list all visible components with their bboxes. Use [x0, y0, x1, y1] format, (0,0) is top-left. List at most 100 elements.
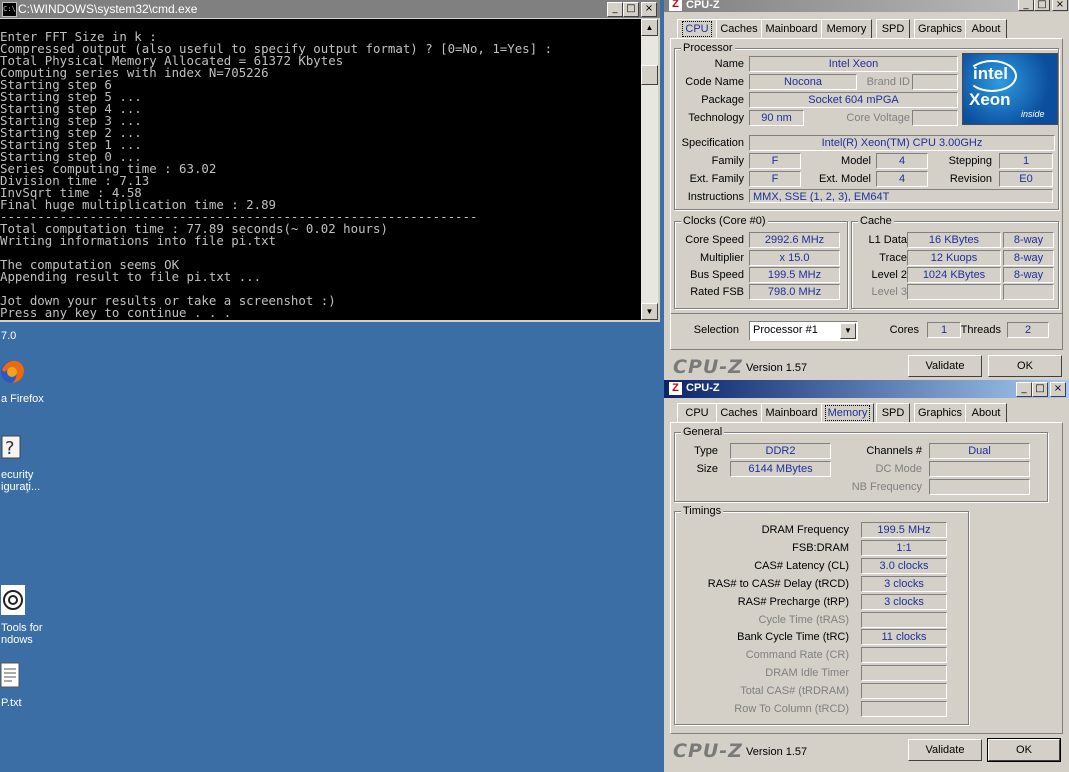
tab-label: Memory: [824, 405, 871, 421]
revision-value: E0: [999, 171, 1053, 187]
minimize-button[interactable]: _: [1016, 382, 1032, 397]
maximize-button[interactable]: □: [623, 2, 639, 17]
minimize-button[interactable]: _: [607, 2, 623, 17]
timing-label: FSB:DRAM: [792, 541, 849, 554]
validate-button[interactable]: Validate: [908, 355, 982, 377]
busspeed-value: 199.5 MHz: [749, 267, 840, 283]
brandid-value: [912, 74, 958, 90]
cpuz-window-memory: Z CPU-Z _ □ × CPU Caches Mainboard Memor…: [664, 380, 1069, 772]
console-line: Press any key to continue . . .: [0, 305, 232, 320]
tab-caches[interactable]: Caches: [716, 403, 762, 423]
tab-mainboard[interactable]: Mainboard: [761, 403, 822, 423]
tab-label: Mainboard: [765, 407, 818, 419]
codename-label: Code Name: [685, 76, 744, 88]
trace-way: 8-way: [1003, 250, 1054, 266]
close-button[interactable]: ×: [1050, 382, 1066, 397]
chevron-down-icon[interactable]: ▼: [840, 323, 856, 339]
nbfreq-value: [929, 479, 1030, 495]
tab-memory[interactable]: Memory: [821, 403, 874, 423]
tab-mainboard[interactable]: Mainboard: [761, 19, 822, 39]
processor-select[interactable]: Processor #1 ▼: [749, 321, 858, 341]
scroll-up-icon[interactable]: ▲: [641, 19, 658, 36]
divider: [671, 313, 1062, 314]
timing-value: [861, 611, 947, 628]
extmodel-value: 4: [876, 171, 928, 187]
timing-value: 1:1: [861, 539, 947, 556]
cmd-scrollbar[interactable]: ▲ ▼: [641, 19, 658, 320]
nbfreq-label: NB Frequency: [851, 481, 922, 493]
instructions-value: MMX, SSE (1, 2, 3), EM64T: [749, 189, 1053, 203]
tab-about[interactable]: About: [965, 19, 1007, 39]
firefox-icon[interactable]: [0, 356, 26, 386]
cmd-icon: C:\: [2, 2, 17, 17]
console-output[interactable]: Enter FFT Size in k : Compressed output (…: [0, 19, 641, 320]
technology-value: 90 nm: [749, 110, 804, 126]
ratedfsb-label: Rated FSB: [690, 286, 744, 298]
desktop-icon-label: Tools for ndows: [1, 622, 43, 646]
cmd-titlebar[interactable]: C:\ C:\WINDOWS\system32\cmd.exe _ □ ×: [0, 0, 660, 18]
tab-label: Memory: [826, 23, 867, 35]
channels-value: Dual: [929, 443, 1030, 459]
cpuz-app-icon: Z: [669, 0, 682, 11]
name-label: Name: [714, 58, 744, 70]
timing-value: [861, 683, 947, 700]
timing-value: 3.0 clocks: [861, 557, 947, 574]
intel-brand: intel: [973, 64, 1008, 83]
tab-cpu[interactable]: CPU: [677, 403, 717, 423]
extfamily-label: Ext. Family: [689, 173, 744, 185]
desktop-version-text: 7.0: [1, 330, 17, 342]
name-value: Intel Xeon: [749, 56, 958, 72]
close-button[interactable]: ×: [641, 2, 657, 17]
tab-label: Graphics: [917, 23, 963, 35]
tab-spd[interactable]: SPD: [876, 19, 910, 39]
scroll-thumb[interactable]: [641, 65, 658, 85]
threads-label: Threads: [960, 324, 1001, 336]
desktop-icon-label: a Firefox: [1, 393, 44, 405]
multiplier-value: x 15.0: [749, 250, 840, 266]
spec-label: Specification: [681, 137, 744, 149]
cpu-tab-panel: Processor Name Intel Xeon Code Name Noco…: [670, 38, 1063, 350]
ok-button[interactable]: OK: [988, 355, 1062, 377]
cpuz-titlebar[interactable]: Z CPU-Z _ □ ×: [664, 380, 1069, 398]
tab-about[interactable]: About: [965, 403, 1007, 423]
tab-label: SPD: [881, 407, 905, 419]
maximize-button[interactable]: □: [1034, 0, 1050, 11]
version-text: Version 1.57: [746, 746, 808, 758]
cpuz-logo: CPU-Z: [673, 740, 743, 762]
timing-label: DRAM Idle Timer: [765, 667, 849, 680]
scroll-down-icon[interactable]: ▼: [641, 303, 658, 320]
ratedfsb-value: 798.0 MHz: [749, 284, 840, 300]
tab-graphics[interactable]: Graphics: [914, 403, 966, 423]
tab-graphics[interactable]: Graphics: [914, 19, 966, 39]
timing-value: [861, 665, 947, 682]
instructions-label: Instructions: [687, 191, 744, 203]
cores-value: 1: [927, 322, 961, 338]
memory-tab-panel: General Type DDR2 Size 6144 MBytes Chann…: [670, 422, 1063, 734]
general-group-label: General: [681, 426, 725, 438]
tab-memory[interactable]: Memory: [821, 19, 872, 39]
close-button[interactable]: ×: [1052, 0, 1068, 11]
minimize-button[interactable]: _: [1018, 0, 1034, 11]
tools-icon[interactable]: [0, 584, 26, 616]
cpuz-logo: CPU-Z: [673, 356, 743, 378]
brandid-label: Brand ID: [866, 76, 910, 88]
maximize-button[interactable]: □: [1032, 382, 1048, 397]
validate-button[interactable]: Validate: [908, 739, 982, 761]
channels-label: Channels #: [866, 445, 922, 457]
tab-cpu[interactable]: CPU: [677, 19, 717, 39]
tab-label: Caches: [720, 23, 758, 35]
level3-value: [907, 284, 1001, 300]
tab-spd[interactable]: SPD: [876, 403, 910, 423]
extfamily-value: F: [749, 171, 801, 187]
ok-button[interactable]: OK: [987, 738, 1061, 762]
tab-caches[interactable]: Caches: [716, 19, 762, 39]
cpuz-titlebar[interactable]: Z CPU-Z _ □ ×: [664, 0, 1069, 12]
security-config-icon[interactable]: ?: [0, 432, 24, 462]
level2-value: 1024 KBytes: [907, 267, 1001, 283]
timing-label: RAS# to CAS# Delay (tRCD): [707, 577, 849, 590]
text-file-icon[interactable]: [0, 662, 22, 690]
tab-label: Mainboard: [765, 23, 818, 35]
l1data-way: 8-way: [1003, 232, 1054, 248]
type-value: DDR2: [730, 443, 831, 459]
console-line: Appending result to file pi.txt ...: [0, 269, 262, 284]
